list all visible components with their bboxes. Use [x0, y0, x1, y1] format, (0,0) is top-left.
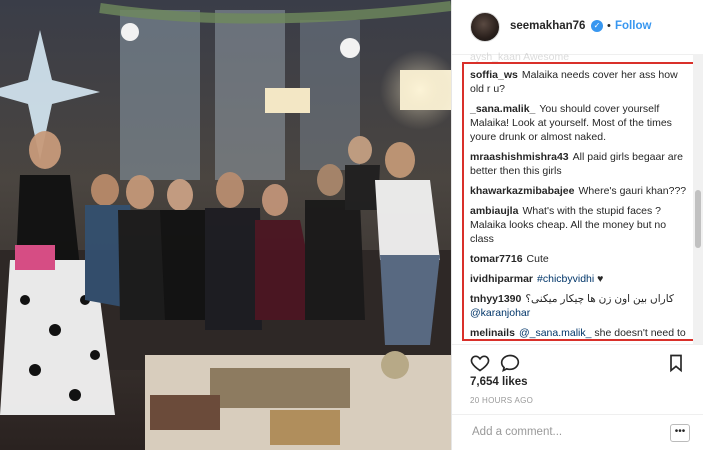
comment-item: melinails @_sana.malik_ she doesn't need …	[464, 326, 693, 339]
comment-text: Where's gauri khan???	[578, 185, 687, 197]
comment-item: mraashishmishra43 All paid girls begaar a…	[464, 150, 693, 178]
username-link[interactable]: seemakhan76	[510, 20, 585, 32]
hashtag-link[interactable]: #chicbyvidhi	[537, 273, 594, 285]
comment-item: tnhyy1390 کاراں بین اون زن ها چیکار میکنی…	[464, 292, 693, 320]
comment-text: کاراں بین اون زن ها چیکار میکنی؟	[525, 293, 674, 305]
comment-user[interactable]: ambiaujla	[470, 205, 518, 217]
post-side-panel: seemakhan76 ✓ • Follow aysh_kaan Awesome…	[451, 0, 703, 450]
comments-list[interactable]: soffia_ws Malaika needs cover her ass how…	[462, 62, 695, 341]
comment-item: _sana.malik_ You should cover yourself Ma…	[464, 102, 693, 144]
comment-user[interactable]: soffia_ws	[470, 69, 518, 81]
avatar[interactable]	[470, 12, 500, 42]
post-photo[interactable]	[0, 0, 451, 450]
comment-icon[interactable]	[500, 353, 520, 373]
comment-user[interactable]: tnhyy1390	[470, 293, 521, 305]
bookmark-icon[interactable]	[666, 353, 686, 373]
add-comment-bar: •••	[452, 414, 703, 451]
comment-item: ividhiparmar #chicbyvidhi ♥	[464, 272, 693, 286]
comment-text: Cute	[526, 253, 549, 265]
more-options-button[interactable]: •••	[670, 424, 690, 442]
comment-item: ambiaujla What's with the stupid faces ? …	[464, 204, 693, 246]
comment-user[interactable]: tomar7716	[470, 253, 523, 265]
comment-user[interactable]: ividhiparmar	[470, 273, 533, 285]
separator-dot: •	[607, 20, 611, 32]
post-timestamp: 20 HOURS AGO	[470, 396, 534, 405]
comment-item: tomar7716 Cute	[464, 252, 693, 266]
comment-item: khawarkazmibabajee Where's gauri khan???	[464, 184, 693, 198]
comment-user[interactable]: _sana.malik_	[470, 103, 535, 115]
follow-button[interactable]: Follow	[615, 20, 651, 32]
mention-link[interactable]: @karanjohar	[470, 307, 530, 319]
comments-scrollbar-thumb[interactable]	[695, 190, 701, 248]
heart-icon[interactable]	[470, 353, 490, 373]
likes-count[interactable]: 7,654 likes	[470, 376, 528, 388]
comment-item: soffia_ws Malaika needs cover her ass how…	[464, 68, 693, 96]
verified-badge-icon: ✓	[591, 20, 603, 32]
mention-link[interactable]: @_sana.malik_	[519, 327, 592, 339]
comment-user[interactable]: khawarkazmibabajee	[470, 185, 574, 197]
add-comment-input[interactable]	[470, 425, 654, 439]
post-header: seemakhan76 ✓ • Follow	[452, 0, 703, 55]
heart-emoji: ♥	[597, 273, 604, 285]
comment-user[interactable]: mraashishmishra43	[470, 151, 569, 163]
comment-user[interactable]: melinails	[470, 327, 515, 339]
post-actions	[452, 344, 703, 377]
